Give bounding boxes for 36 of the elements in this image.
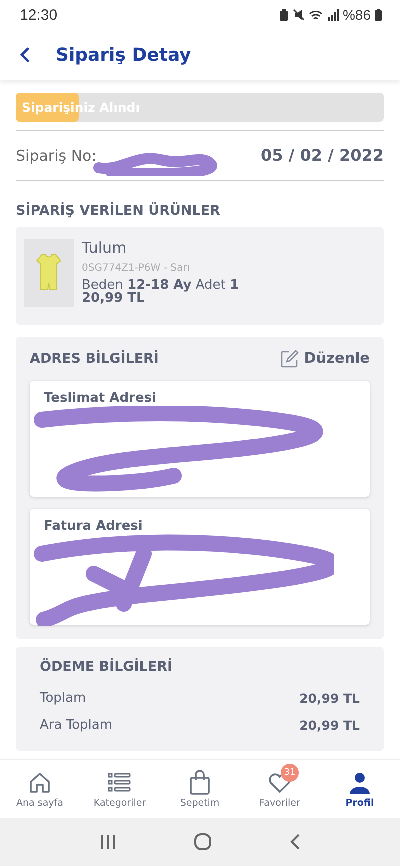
section-title: ÖDEME BİLGİLERİ xyxy=(40,659,174,675)
battery-icon xyxy=(375,9,382,21)
payment-label: Ara Toplam xyxy=(40,718,113,733)
home-button-icon xyxy=(194,833,212,851)
nav-tab[interactable]: Ana sayfa xyxy=(0,760,80,818)
section-title: ADRES BİLGİLERİ xyxy=(30,351,159,367)
payment-value: 20,99 TL xyxy=(300,691,360,706)
edit-button[interactable]: Düzenle xyxy=(280,349,370,369)
address-title: Fatura Adresi xyxy=(44,519,144,534)
order-date: 05 / 02 / 2022 xyxy=(260,146,384,165)
wifi-icon xyxy=(308,9,323,21)
nav-tab[interactable]: 31 Favoriler xyxy=(240,760,320,818)
product-code: 0SG774Z1-P6W - Sarı xyxy=(82,263,191,274)
back-icon xyxy=(20,47,30,63)
bag-icon xyxy=(187,770,213,796)
nav-tab[interactable]: Kategoriler xyxy=(80,760,160,818)
edit-icon xyxy=(280,349,300,369)
back-icon xyxy=(289,833,302,851)
order-number-label: Sipariş No: xyxy=(16,146,97,164)
address-title: Teslimat Adresi xyxy=(44,391,158,406)
payment-label: Toplam xyxy=(40,691,86,706)
product-price: 20,99 TL xyxy=(82,292,146,305)
product-details: Beden 12-18 Ay Adet 1 xyxy=(82,279,240,292)
page-title: Sipariş Detay xyxy=(56,44,192,66)
nav-tab[interactable]: Profil xyxy=(320,760,400,818)
product-name: Tulum xyxy=(82,239,128,257)
count-badge: 31 xyxy=(281,764,299,782)
clock-time: 12:30 xyxy=(20,6,58,24)
romper-drawing xyxy=(36,253,62,293)
signal-icon xyxy=(326,9,339,21)
payment-value: 20,99 TL xyxy=(300,718,360,733)
battery-percent: %86 xyxy=(342,7,371,23)
recent-apps-icon xyxy=(98,834,117,850)
mute-icon xyxy=(292,9,305,21)
nav-tab[interactable]: Sepetim xyxy=(160,760,240,818)
section-title: SİPARİŞ VERİLEN ÜRÜNLER xyxy=(16,203,222,219)
